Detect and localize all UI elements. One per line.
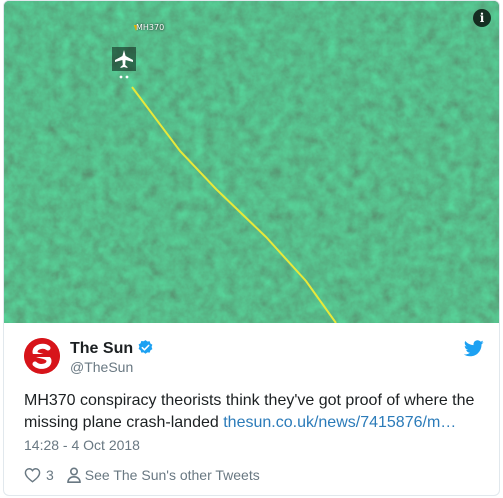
tweet-text-block: MH370 conspiracy theorists think they've… — [24, 390, 486, 434]
forest-satellite-image — [4, 1, 499, 323]
flight-label: MH370 — [136, 23, 165, 32]
tweet-actions: 3 See The Sun's other Tweets — [24, 465, 260, 485]
twitter-bird-icon[interactable] — [464, 340, 484, 357]
verified-badge-icon — [138, 340, 153, 354]
heart-icon — [24, 468, 41, 483]
like-count: 3 — [46, 467, 54, 483]
person-icon — [66, 467, 81, 483]
tweet-card: MH370 i The Sun @TheSun MH370 conspiracy… — [3, 0, 500, 496]
author-name[interactable]: The Sun — [70, 340, 133, 357]
author-name-row[interactable]: The Sun — [70, 339, 154, 358]
tweet-author: The Sun @TheSun — [24, 336, 484, 376]
avatar[interactable] — [24, 338, 60, 374]
like-button[interactable]: 3 — [24, 467, 67, 483]
the-sun-logo-icon — [24, 338, 60, 374]
info-icon[interactable]: i — [473, 9, 491, 27]
author-handle[interactable]: @TheSun — [70, 359, 133, 375]
other-tweets-label: See The Sun's other Tweets — [84, 467, 260, 483]
article-link[interactable]: thesun.co.uk/news/7415876/m… — [223, 414, 456, 431]
see-other-tweets-link[interactable]: See The Sun's other Tweets — [66, 467, 260, 483]
tweet-timestamp[interactable]: 14:28 - 4 Oct 2018 — [24, 437, 140, 453]
tweet-media-image[interactable]: MH370 i — [4, 1, 499, 323]
